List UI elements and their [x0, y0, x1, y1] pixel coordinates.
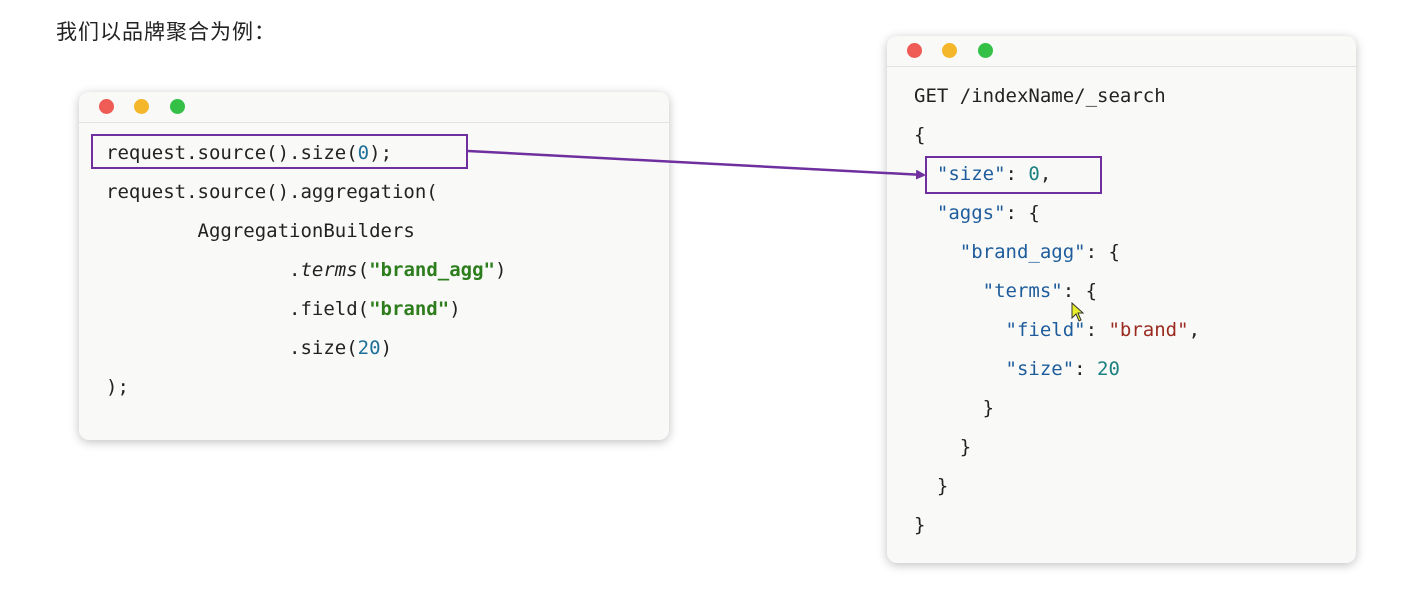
code-line: }: [914, 397, 994, 419]
java-size-highlight-box: [91, 134, 468, 169]
window-titlebar: [887, 36, 1356, 67]
code-token: .field(: [106, 298, 370, 320]
minimize-dot-icon[interactable]: [942, 43, 957, 58]
code-token: "aggs": [936, 202, 1006, 224]
code-token: .size(: [106, 337, 358, 359]
dsl-code-window: GET /indexName/_search{ "size": 0, "aggs…: [887, 36, 1356, 563]
code-token: ,: [1188, 319, 1201, 341]
code-token: GET /indexName/_search: [914, 85, 1166, 107]
code-line: GET /indexName/_search: [914, 85, 1166, 107]
code-line: {: [914, 124, 925, 146]
mouse-cursor-icon: [1071, 302, 1085, 322]
code-token: : {: [1085, 241, 1120, 263]
code-token: "brand_agg": [959, 241, 1086, 263]
code-token: {: [914, 124, 926, 146]
code-line: .field("brand"): [106, 298, 461, 320]
code-line: .size(20): [106, 337, 392, 359]
code-token: ): [494, 259, 507, 281]
code-line: AggregationBuilders: [106, 220, 415, 242]
code-token: terms: [300, 259, 358, 281]
code-token: "brand": [1108, 319, 1189, 341]
code-line: }: [914, 436, 971, 458]
maximize-dot-icon[interactable]: [978, 43, 993, 58]
close-dot-icon[interactable]: [99, 99, 114, 114]
maximize-dot-icon[interactable]: [170, 99, 185, 114]
code-token: "terms": [982, 280, 1063, 302]
code-token: }: [914, 397, 995, 419]
close-dot-icon[interactable]: [907, 43, 922, 58]
code-token: "brand": [369, 298, 450, 320]
code-line: }: [914, 514, 925, 536]
code-line: request.source().aggregation(: [106, 181, 438, 203]
minimize-dot-icon[interactable]: [134, 99, 149, 114]
code-token: "size": [1005, 358, 1075, 380]
code-line: "field": "brand",: [914, 319, 1201, 341]
code-token: :: [1074, 358, 1098, 380]
code-token: .: [106, 259, 301, 281]
java-code-block: request.source().size(0); request.source(…: [106, 142, 646, 422]
code-line: "size": 20: [914, 358, 1120, 380]
code-line: "brand_agg": {: [914, 241, 1120, 263]
window-titlebar: [79, 92, 669, 123]
code-line: );: [106, 376, 129, 398]
page-heading: 我们以品牌聚合为例：: [56, 20, 276, 44]
code-token: "brand_agg": [369, 259, 495, 281]
code-token: }: [914, 475, 949, 497]
code-token: ): [380, 337, 393, 359]
code-token: );: [106, 376, 129, 398]
code-token: : {: [1062, 280, 1098, 302]
code-token: AggregationBuilders: [106, 220, 415, 242]
code-token: request.source().aggregation(: [106, 181, 438, 203]
code-line: "aggs": {: [914, 202, 1040, 224]
code-line: }: [914, 475, 948, 497]
code-token: 20: [1097, 358, 1120, 380]
code-token: 20: [357, 337, 381, 359]
code-token: : {: [1005, 202, 1040, 224]
code-line: "terms": {: [914, 280, 1097, 302]
code-token: ): [449, 298, 461, 320]
code-token: }: [914, 436, 972, 458]
code-token: (: [357, 259, 370, 281]
code-line: .terms("brand_agg"): [106, 259, 506, 281]
dsl-size-highlight-box: [925, 156, 1102, 194]
code-token: }: [914, 514, 926, 536]
code-token: :: [1085, 319, 1109, 341]
